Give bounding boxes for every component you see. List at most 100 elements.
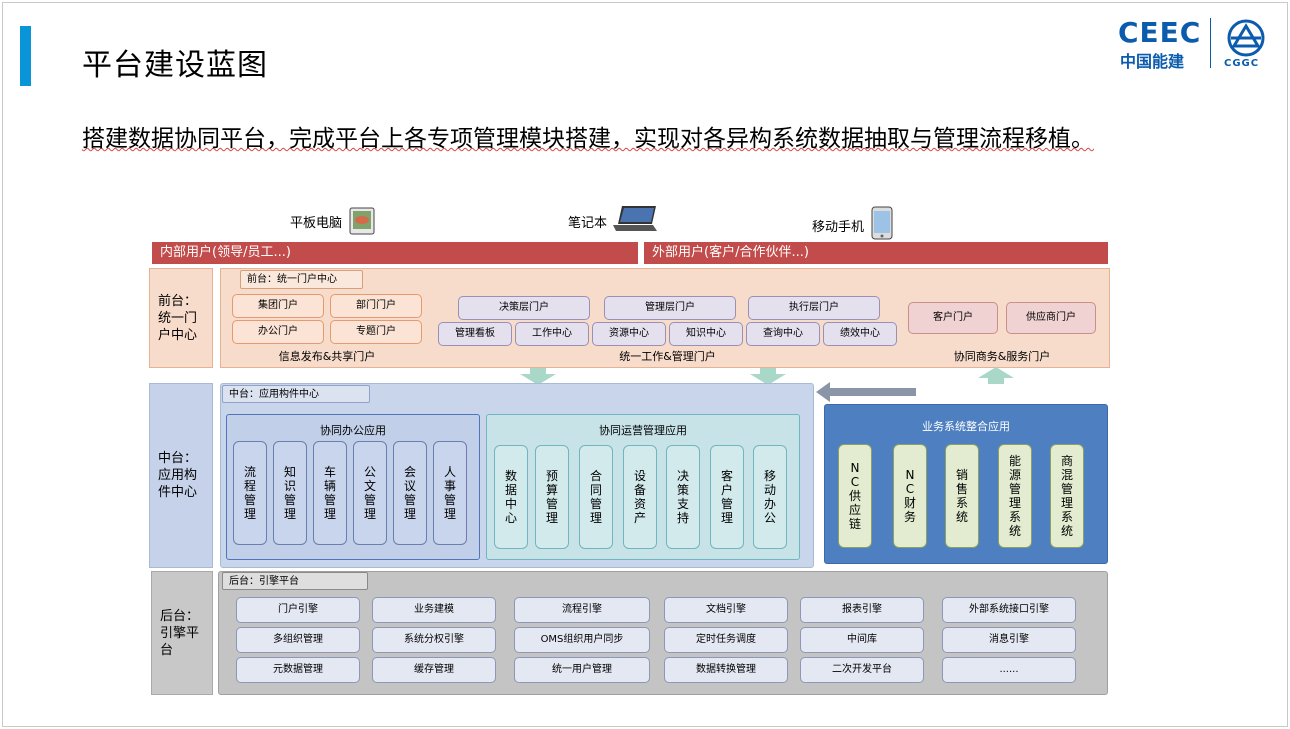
page-title: 平台建设蓝图: [82, 48, 268, 83]
app-label: 车辆管理: [323, 465, 336, 521]
laptop-icon: [613, 206, 657, 231]
front-left-caption: 信息发布&共享门户: [278, 350, 376, 363]
ops-apps-title: 协同运营管理应用: [599, 424, 687, 437]
pill-work-center[interactable]: 工作中心: [515, 322, 589, 346]
pill-execution-portal[interactable]: 执行层门户: [748, 296, 880, 320]
app-label: NC财务: [903, 468, 916, 524]
pill-topic-portal[interactable]: 专题门户: [330, 320, 422, 344]
app-documents[interactable]: 公文管理: [353, 441, 387, 545]
pill-resource-center[interactable]: 资源中心: [592, 322, 666, 346]
ceec-logo-text: CEEC: [1118, 16, 1202, 49]
app-label: 合同管理: [589, 469, 602, 525]
engine-item[interactable]: ......: [942, 657, 1076, 683]
tablet-icon: [349, 207, 375, 235]
app-label: 移动办公: [763, 469, 776, 525]
app-mobile-office[interactable]: 移动办公: [753, 445, 787, 549]
app-decision[interactable]: 决策支持: [666, 445, 700, 549]
biz-nc-finance[interactable]: NC财务: [893, 444, 927, 548]
app-label: NC供应链: [848, 461, 861, 531]
back-tag: 后台：引擎平台: [222, 572, 368, 590]
app-label: 决策支持: [676, 469, 689, 525]
internal-users-bar: 内部用户(领导/员工...): [152, 242, 638, 264]
engine-item[interactable]: 元数据管理: [236, 657, 360, 683]
title-accent-bar: [20, 26, 31, 86]
pill-dept-portal[interactable]: 部门门户: [330, 294, 422, 318]
back-row-label: 后台： 引擎平 台: [151, 571, 213, 695]
engine-item[interactable]: 消息引擎: [942, 627, 1076, 653]
app-equipment[interactable]: 设备资产: [623, 445, 657, 549]
engine-item[interactable]: 缓存管理: [372, 657, 496, 683]
front-label-line: 前台：: [158, 293, 198, 309]
biz-concrete[interactable]: 商混管理系统: [1050, 444, 1084, 548]
pill-performance-center[interactable]: 绩效中心: [823, 322, 897, 346]
app-label: 销售系统: [955, 468, 968, 524]
front-center-caption: 统一工作&管理门户: [619, 350, 716, 363]
app-label: 人事管理: [443, 465, 456, 521]
app-label: 预算管理: [545, 469, 558, 525]
middle-label-line: 件中心: [158, 485, 198, 500]
back-label-line: 引擎平: [160, 625, 200, 641]
front-row-label: 前台： 统一门 户中心: [149, 268, 213, 368]
engine-item[interactable]: 定时任务调度: [664, 627, 788, 653]
app-label: 数据中心: [504, 469, 517, 525]
app-process[interactable]: 流程管理: [233, 441, 267, 545]
app-label: 设备资产: [633, 469, 646, 525]
external-users-bar: 外部用户(客户/合作伙伴...): [644, 242, 1108, 264]
app-knowledge[interactable]: 知识管理: [273, 441, 307, 545]
app-label: 客户管理: [720, 469, 733, 525]
pill-management-portal[interactable]: 管理层门户: [604, 296, 736, 320]
logo-separator: [1210, 18, 1211, 68]
arrow-left-icon: [816, 382, 916, 402]
arrow-up-icon: [978, 367, 1014, 384]
pill-office-portal[interactable]: 办公门户: [232, 320, 324, 344]
middle-tag: 中台：应用构件中心: [222, 385, 370, 403]
cggc-logo-text: CGGC: [1224, 58, 1260, 69]
middle-label-line: 应用构: [158, 468, 198, 483]
phone-label: 移动手机: [812, 220, 865, 235]
app-label: 能源管理系统: [1008, 454, 1021, 538]
engine-item[interactable]: 外部系统接口引擎: [942, 597, 1076, 623]
page-subtitle: 搭建数据协同平台，完成平台上各专项管理模块搭建，实现对各异构系统数据抽取与管理流…: [82, 126, 1094, 152]
app-vehicle[interactable]: 车辆管理: [313, 441, 347, 545]
front-tag: 前台：统一门户中心: [240, 270, 363, 289]
pill-decision-portal[interactable]: 决策层门户: [458, 296, 590, 320]
engine-item[interactable]: OMS组织用户同步: [514, 627, 650, 653]
engine-item[interactable]: 业务建模: [372, 597, 496, 623]
biz-energy[interactable]: 能源管理系统: [998, 444, 1032, 548]
front-label-line: 户中心: [158, 327, 198, 343]
engine-item[interactable]: 流程引擎: [514, 597, 650, 623]
back-label-line: 台: [160, 642, 174, 658]
app-label: 会议管理: [403, 465, 416, 521]
biz-integration-title: 业务系统整合应用: [922, 420, 1010, 433]
engine-item[interactable]: 多组织管理: [236, 627, 360, 653]
engine-item[interactable]: 数据转换管理: [664, 657, 788, 683]
laptop-label: 笔记本: [568, 216, 608, 231]
engine-item[interactable]: 二次开发平台: [800, 657, 924, 683]
front-label-line: 统一门: [158, 310, 198, 326]
office-apps-title: 协同办公应用: [320, 424, 386, 437]
pill-customer-portal[interactable]: 客户门户: [908, 302, 998, 334]
app-hr[interactable]: 人事管理: [433, 441, 467, 545]
app-meeting[interactable]: 会议管理: [393, 441, 427, 545]
app-customer[interactable]: 客户管理: [710, 445, 744, 549]
pill-query-center[interactable]: 查询中心: [746, 322, 820, 346]
pill-group-portal[interactable]: 集团门户: [232, 294, 324, 318]
phone-icon: [871, 206, 893, 240]
pill-dashboard[interactable]: 管理看板: [438, 322, 512, 346]
middle-label-line: 中台：: [158, 451, 198, 466]
pill-supplier-portal[interactable]: 供应商门户: [1006, 302, 1096, 334]
middle-row-label: 中台： 应用构 件中心: [149, 383, 213, 568]
engine-item[interactable]: 文档引擎: [664, 597, 788, 623]
pill-knowledge-center[interactable]: 知识中心: [669, 322, 743, 346]
engine-item[interactable]: 报表引擎: [800, 597, 924, 623]
app-contract[interactable]: 合同管理: [579, 445, 613, 549]
engine-item[interactable]: 系统分权引擎: [372, 627, 496, 653]
engine-item[interactable]: 门户引擎: [236, 597, 360, 623]
biz-sales[interactable]: 销售系统: [945, 444, 979, 548]
app-data-center[interactable]: 数据中心: [494, 445, 528, 549]
engine-item[interactable]: 统一用户管理: [514, 657, 650, 683]
app-budget[interactable]: 预算管理: [535, 445, 569, 549]
engine-item[interactable]: 中间库: [800, 627, 924, 653]
biz-nc-supply[interactable]: NC供应链: [838, 444, 872, 548]
front-right-caption: 协同商务&服务门户: [953, 350, 1051, 363]
